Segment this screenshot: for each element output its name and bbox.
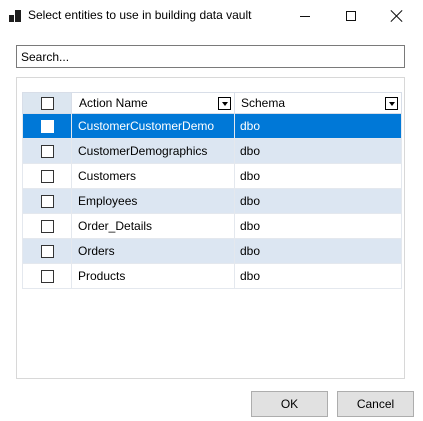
table-row[interactable]: Products dbo	[22, 264, 402, 289]
table-row[interactable]: CustomerCustomerDemo dbo	[22, 114, 402, 139]
column-header-label: Schema	[241, 96, 286, 110]
row-checkbox[interactable]	[40, 119, 54, 133]
cancel-button[interactable]: Cancel	[337, 391, 414, 417]
maximize-button[interactable]	[328, 0, 374, 32]
close-button[interactable]	[374, 0, 420, 32]
minimize-icon	[300, 15, 310, 17]
column-header-schema[interactable]: Schema	[235, 92, 402, 114]
table-row[interactable]: Employees dbo	[22, 189, 402, 214]
entity-name-cell[interactable]: Products	[72, 264, 235, 289]
schema-cell[interactable]: dbo	[235, 139, 402, 164]
row-checkbox[interactable]	[40, 169, 54, 183]
select-all-checkbox[interactable]	[40, 96, 54, 110]
schema-cell[interactable]: dbo	[235, 264, 402, 289]
minimize-button[interactable]	[282, 0, 328, 32]
table-row[interactable]: Orders dbo	[22, 239, 402, 264]
column-header-label: Action Name	[79, 96, 148, 110]
table-row[interactable]: Order_Details dbo	[22, 214, 402, 239]
column-header-action-name[interactable]: Action Name	[72, 92, 235, 114]
filter-dropdown-schema[interactable]	[385, 97, 398, 110]
app-icon	[9, 10, 21, 22]
row-checkbox[interactable]	[40, 194, 54, 208]
row-checkbox-cell[interactable]	[22, 214, 72, 239]
chevron-down-icon	[388, 101, 395, 106]
row-checkbox[interactable]	[40, 144, 54, 158]
schema-cell[interactable]: dbo	[235, 189, 402, 214]
select-all-header[interactable]	[22, 92, 72, 114]
schema-cell[interactable]: dbo	[235, 164, 402, 189]
row-checkbox-cell[interactable]	[22, 114, 72, 139]
close-icon	[391, 10, 403, 22]
chevron-down-icon	[221, 101, 228, 106]
schema-cell[interactable]: dbo	[235, 114, 402, 139]
entity-grid: Action Name Schema CustomerCustomerDemo …	[22, 92, 402, 289]
dialog-window: Select entities to use in building data …	[0, 0, 423, 421]
table-row[interactable]: Customers dbo	[22, 164, 402, 189]
ok-button[interactable]: OK	[251, 391, 328, 417]
entity-name-cell[interactable]: Orders	[72, 239, 235, 264]
entity-name-cell[interactable]: Employees	[72, 189, 235, 214]
row-checkbox-cell[interactable]	[22, 139, 72, 164]
schema-cell[interactable]: dbo	[235, 239, 402, 264]
entity-name-cell[interactable]: Customers	[72, 164, 235, 189]
row-checkbox[interactable]	[40, 219, 54, 233]
window-title: Select entities to use in building data …	[28, 8, 252, 22]
filter-dropdown-action-name[interactable]	[218, 97, 231, 110]
title-bar[interactable]: Select entities to use in building data …	[0, 0, 423, 32]
schema-cell[interactable]: dbo	[235, 214, 402, 239]
row-checkbox-cell[interactable]	[22, 189, 72, 214]
maximize-icon	[346, 11, 356, 21]
row-checkbox[interactable]	[40, 269, 54, 283]
entity-name-cell[interactable]: Order_Details	[72, 214, 235, 239]
grid-header: Action Name Schema	[22, 92, 402, 114]
table-row[interactable]: CustomerDemographics dbo	[22, 139, 402, 164]
entity-name-cell[interactable]: CustomerDemographics	[72, 139, 235, 164]
row-checkbox-cell[interactable]	[22, 164, 72, 189]
row-checkbox-cell[interactable]	[22, 264, 72, 289]
search-input[interactable]	[16, 45, 405, 68]
entity-name-cell[interactable]: CustomerCustomerDemo	[72, 114, 235, 139]
row-checkbox-cell[interactable]	[22, 239, 72, 264]
row-checkbox[interactable]	[40, 244, 54, 258]
